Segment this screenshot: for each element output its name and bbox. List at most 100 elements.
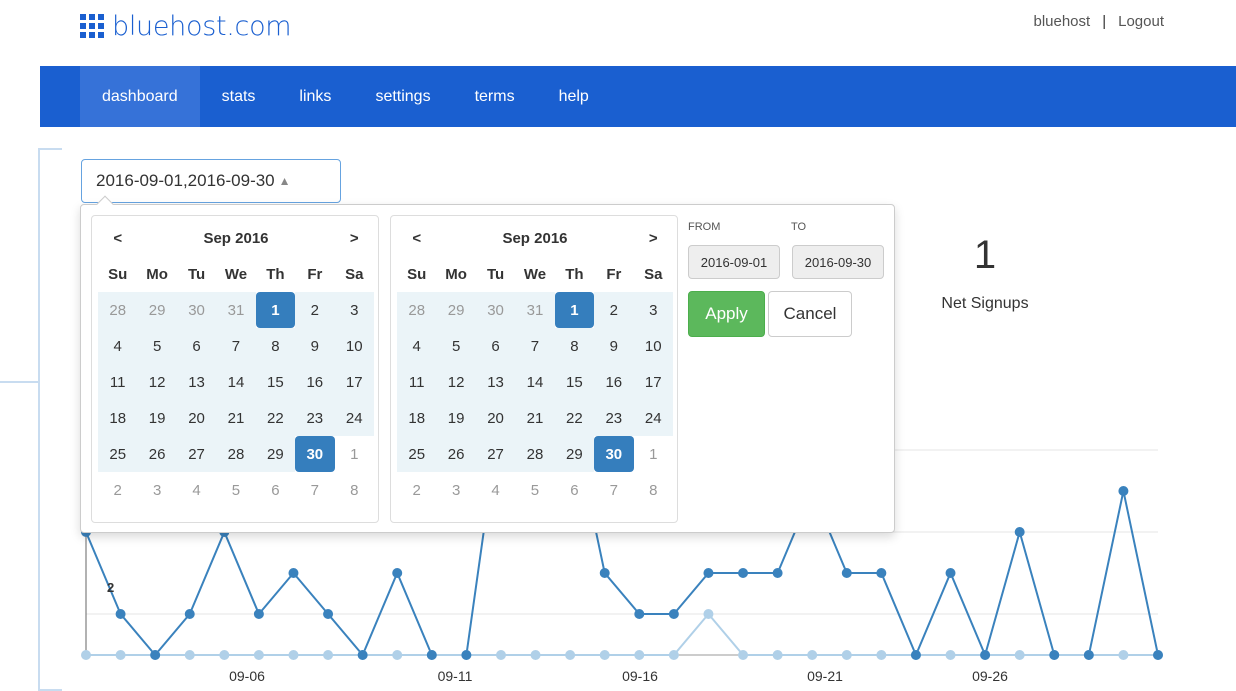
calendar-day[interactable]: 5: [137, 328, 177, 364]
calendar-day[interactable]: 5: [216, 472, 255, 508]
calendar-day[interactable]: 29: [255, 436, 296, 472]
calendar-day[interactable]: 9: [295, 328, 335, 364]
calendar-day[interactable]: 17: [633, 364, 673, 400]
calendar-day[interactable]: 22: [554, 400, 595, 436]
calendar-day[interactable]: 3: [436, 472, 475, 508]
calendar-day[interactable]: 30: [176, 292, 217, 328]
calendar-day[interactable]: 6: [555, 472, 594, 508]
next-month-button[interactable]: >: [634, 220, 673, 256]
user-name-link[interactable]: bluehost: [1033, 13, 1090, 30]
to-date-input[interactable]: 2016-09-30: [792, 245, 884, 279]
from-date-input[interactable]: 2016-09-01: [688, 245, 780, 279]
calendar-day[interactable]: 3: [137, 472, 176, 508]
calendar-day[interactable]: 19: [137, 400, 177, 436]
calendar-day[interactable]: 18: [397, 400, 437, 436]
calendar-day[interactable]: 28: [397, 292, 437, 328]
calendar-day[interactable]: 13: [475, 364, 516, 400]
calendar-day[interactable]: 28: [98, 292, 138, 328]
calendar-day[interactable]: 8: [554, 328, 595, 364]
prev-month-button[interactable]: <: [397, 220, 436, 256]
calendar-day[interactable]: 7: [594, 472, 633, 508]
calendar-day[interactable]: 27: [176, 436, 217, 472]
calendar-day[interactable]: 11: [397, 364, 437, 400]
calendar-day[interactable]: 25: [397, 436, 437, 472]
calendar-day[interactable]: 13: [176, 364, 217, 400]
calendar-day[interactable]: 5: [436, 328, 476, 364]
bluehost-logo[interactable]: bluehost.com: [80, 6, 292, 46]
calendar-day[interactable]: 19: [436, 400, 476, 436]
calendar-day[interactable]: 24: [334, 400, 374, 436]
calendar-day[interactable]: 6: [475, 328, 516, 364]
calendar-day[interactable]: 27: [475, 436, 516, 472]
calendar-day[interactable]: 29: [137, 292, 177, 328]
calendar-day[interactable]: 4: [98, 328, 138, 364]
calendar-day[interactable]: 23: [594, 400, 634, 436]
calendar-day[interactable]: 1: [634, 436, 673, 472]
calendar-day[interactable]: 16: [295, 364, 335, 400]
calendar-day[interactable]: 26: [436, 436, 476, 472]
next-month-button[interactable]: >: [335, 220, 374, 256]
calendar-day[interactable]: 25: [98, 436, 138, 472]
calendar-day[interactable]: 28: [515, 436, 555, 472]
calendar-day[interactable]: 1: [554, 292, 595, 328]
calendar-day[interactable]: 8: [255, 328, 296, 364]
calendar-day[interactable]: 7: [295, 472, 334, 508]
nav-item-terms[interactable]: terms: [453, 66, 537, 127]
calendar-day[interactable]: 30: [475, 292, 516, 328]
calendar-day[interactable]: 15: [255, 364, 296, 400]
prev-month-button[interactable]: <: [98, 220, 137, 256]
calendar-day[interactable]: 15: [554, 364, 595, 400]
calendar-day[interactable]: 2: [397, 472, 436, 508]
calendar-day[interactable]: 11: [98, 364, 138, 400]
calendar-day[interactable]: 20: [475, 400, 516, 436]
calendar-day[interactable]: 26: [137, 436, 177, 472]
calendar-day[interactable]: 31: [216, 292, 256, 328]
calendar-day[interactable]: 12: [436, 364, 476, 400]
calendar-day[interactable]: 4: [476, 472, 515, 508]
calendar-day[interactable]: 10: [334, 328, 374, 364]
calendar-day[interactable]: 31: [515, 292, 555, 328]
nav-item-help[interactable]: help: [537, 66, 611, 127]
calendar-day[interactable]: 30: [295, 436, 335, 472]
calendar-day[interactable]: 1: [255, 292, 296, 328]
nav-item-dashboard[interactable]: dashboard: [80, 66, 200, 127]
nav-item-settings[interactable]: settings: [353, 66, 452, 127]
calendar-day[interactable]: 3: [334, 292, 374, 328]
date-range-button[interactable]: 2016-09-01,2016-09-30 ▲: [81, 159, 341, 203]
calendar-day[interactable]: 12: [137, 364, 177, 400]
calendar-day[interactable]: 18: [98, 400, 138, 436]
calendar-day[interactable]: 7: [216, 328, 256, 364]
calendar-day[interactable]: 29: [554, 436, 595, 472]
calendar-day[interactable]: 5: [515, 472, 554, 508]
calendar-day[interactable]: 4: [177, 472, 216, 508]
calendar-day[interactable]: 3: [633, 292, 673, 328]
calendar-day[interactable]: 16: [594, 364, 634, 400]
calendar-day[interactable]: 21: [216, 400, 256, 436]
calendar-day[interactable]: 8: [634, 472, 673, 508]
calendar-day[interactable]: 28: [216, 436, 256, 472]
calendar-day[interactable]: 2: [98, 472, 137, 508]
calendar-day[interactable]: 1: [335, 436, 374, 472]
calendar-day[interactable]: 29: [436, 292, 476, 328]
calendar-day[interactable]: 23: [295, 400, 335, 436]
calendar-day[interactable]: 6: [176, 328, 217, 364]
nav-item-stats[interactable]: stats: [200, 66, 278, 127]
apply-button[interactable]: Apply: [688, 291, 765, 337]
calendar-day[interactable]: 6: [256, 472, 295, 508]
calendar-day[interactable]: 7: [515, 328, 555, 364]
calendar-day[interactable]: 21: [515, 400, 555, 436]
cancel-button[interactable]: Cancel: [768, 291, 852, 337]
calendar-day[interactable]: 20: [176, 400, 217, 436]
calendar-day[interactable]: 2: [594, 292, 634, 328]
calendar-day[interactable]: 10: [633, 328, 673, 364]
nav-item-links[interactable]: links: [277, 66, 353, 127]
calendar-day[interactable]: 22: [255, 400, 296, 436]
calendar-day[interactable]: 30: [594, 436, 634, 472]
calendar-day[interactable]: 2: [295, 292, 335, 328]
logout-link[interactable]: Logout: [1118, 13, 1164, 30]
calendar-day[interactable]: 8: [335, 472, 374, 508]
calendar-day[interactable]: 9: [594, 328, 634, 364]
calendar-day[interactable]: 14: [216, 364, 256, 400]
calendar-day[interactable]: 4: [397, 328, 437, 364]
calendar-day[interactable]: 14: [515, 364, 555, 400]
